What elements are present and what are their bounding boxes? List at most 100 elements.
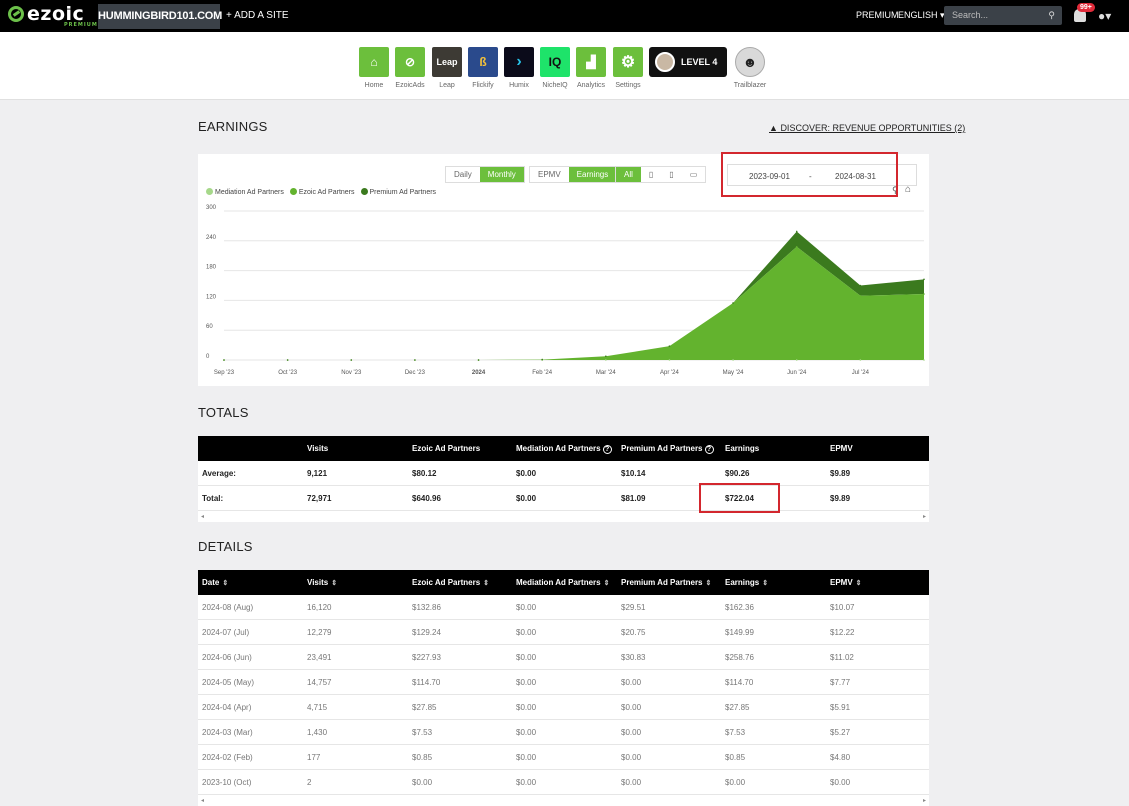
settings-icon: ⚙ <box>613 47 643 77</box>
table-cell: Average: <box>202 468 236 478</box>
app-settings[interactable]: ⚙ Settings <box>613 47 643 89</box>
sort-icon[interactable]: ⇕ <box>604 580 610 587</box>
nicheiq-icon: IQ <box>540 47 570 77</box>
table-cell: Total: <box>202 493 224 503</box>
column-header-label: Date <box>202 578 220 587</box>
data-point <box>859 284 862 287</box>
column-header[interactable]: Premium Ad Partners ⇕ <box>621 578 711 587</box>
app-ezoicads[interactable]: ⊘ EzoicAds <box>395 47 425 89</box>
table-cell: $0.00 <box>516 702 537 712</box>
discover-link[interactable]: ▲ DISCOVER: REVENUE OPPORTUNITIES (2) <box>769 123 965 133</box>
table-cell: $0.00 <box>621 777 642 787</box>
data-point <box>923 278 925 281</box>
data-point <box>477 359 480 361</box>
language-selector[interactable]: ENGLISH ▾ <box>898 10 945 21</box>
table-cell: $0.00 <box>516 468 537 478</box>
ezoic-logo-icon <box>8 6 24 22</box>
column-header-label: Premium Ad Partners <box>621 443 703 453</box>
y-tick-label: 240 <box>206 235 217 241</box>
language-label: ENGLISH <box>898 10 938 20</box>
column-header[interactable]: Earnings ⇕ <box>725 578 768 587</box>
horizontal-scrollbar[interactable]: ◂ ▸ <box>198 795 929 806</box>
level-label: LEVEL 4 <box>681 57 718 67</box>
y-tick-label: 60 <box>206 324 213 330</box>
horizontal-scrollbar[interactable]: ◂ ▸ <box>198 511 929 522</box>
table-cell: $10.14 <box>621 468 646 478</box>
column-header: Premium Ad Partners? <box>621 444 714 454</box>
table-cell: $90.26 <box>725 468 750 478</box>
sort-icon[interactable]: ⇕ <box>483 580 489 587</box>
table-cell: $10.07 <box>830 602 855 612</box>
table-header: Date ⇕ Visits ⇕ Ezoic Ad Partners ⇕ Mediation … <box>198 570 929 595</box>
sort-icon[interactable]: ⇕ <box>331 580 337 587</box>
ezoic-logo[interactable]: ezoic PREMIUM <box>8 3 97 28</box>
column-header-label: Earnings <box>725 444 760 453</box>
data-point <box>923 293 925 295</box>
table-cell: 2 <box>307 777 312 787</box>
data-point <box>350 359 353 361</box>
sort-icon[interactable]: ⇕ <box>706 580 712 587</box>
table-cell: $4.80 <box>830 752 851 762</box>
table-cell: $258.76 <box>725 652 754 662</box>
table-cell: $9.89 <box>830 468 851 478</box>
home-icon: ⌂ <box>359 47 389 77</box>
help-icon[interactable]: ? <box>602 444 612 454</box>
sort-icon[interactable]: ⇕ <box>762 580 768 587</box>
help-icon[interactable]: ? <box>704 444 714 454</box>
table-cell: $114.70 <box>412 677 441 687</box>
y-tick-label: 180 <box>206 265 217 271</box>
table-cell: $27.85 <box>725 702 750 712</box>
column-header[interactable]: Date ⇕ <box>202 578 228 587</box>
x-tick-label: Apr '24 <box>660 370 679 376</box>
column-header[interactable]: Ezoic Ad Partners ⇕ <box>412 578 489 587</box>
column-header[interactable]: Visits ⇕ <box>307 578 337 587</box>
site-selector-button[interactable]: HUMMINGBIRD101.COM <box>98 4 222 29</box>
table-cell: $0.00 <box>516 493 537 503</box>
table-cell: 12,279 <box>307 627 332 637</box>
scroll-right-icon[interactable]: ▸ <box>923 513 926 520</box>
sort-icon[interactable]: ⇕ <box>222 580 228 587</box>
table-row: 2024-04 (Apr) 4,715 $27.85 $0.00 $0.00 $27.85… <box>198 695 929 720</box>
avatar <box>655 52 675 72</box>
x-tick-label: Nov '23 <box>341 370 362 376</box>
table-cell: $0.00 <box>516 602 537 612</box>
search-icon[interactable]: ⚲ <box>1048 6 1055 25</box>
details-heading: DETAILS <box>198 539 253 554</box>
data-point <box>286 359 289 361</box>
search-input[interactable]: Search... ⚲ <box>944 6 1062 25</box>
data-point <box>859 295 862 297</box>
table-cell: $0.00 <box>621 677 642 687</box>
scroll-left-icon[interactable]: ◂ <box>201 513 204 520</box>
table-cell: 2024-05 (May) <box>202 677 255 687</box>
table-row: 2023-10 (Oct) 2 $0.00 $0.00 $0.00 $0.00 $0.00 <box>198 770 929 795</box>
data-point <box>668 359 671 361</box>
trailblazer-badge[interactable]: ☻ Trailblazer <box>734 47 766 89</box>
sort-icon[interactable]: ⇕ <box>856 580 862 587</box>
scroll-left-icon[interactable]: ◂ <box>201 797 204 804</box>
app-analytics[interactable]: ▟ Analytics <box>576 47 606 89</box>
data-point <box>605 355 607 358</box>
add-site-link[interactable]: + ADD A SITE <box>226 10 289 21</box>
column-header[interactable]: EPMV ⇕ <box>830 578 862 587</box>
column-header-label: Ezoic Ad Partners <box>412 444 481 453</box>
table-cell: 1,430 <box>307 727 328 737</box>
x-tick-label: Mar '24 <box>596 370 616 376</box>
column-header-label: Visits <box>307 578 329 587</box>
table-cell: $29.51 <box>621 602 646 612</box>
x-tick-label: 2024 <box>472 370 486 376</box>
x-tick-label: Jun '24 <box>787 370 807 376</box>
user-menu-icon[interactable]: ●▾ <box>1098 9 1111 23</box>
column-header[interactable]: Mediation Ad Partners ⇕ <box>516 578 609 587</box>
table-cell: $30.83 <box>621 652 646 662</box>
table-cell: 72,971 <box>307 493 332 503</box>
premium-link[interactable]: PREMIUM <box>856 10 899 20</box>
table-cell: $81.09 <box>621 493 646 503</box>
total-earnings-highlight <box>699 483 780 513</box>
x-tick-label: Dec '23 <box>405 370 426 376</box>
scroll-right-icon[interactable]: ▸ <box>923 797 926 804</box>
level-badge[interactable]: LEVEL 4 <box>649 47 727 77</box>
table-cell: 2024-06 (Jun) <box>202 652 252 662</box>
table-cell: 177 <box>307 752 321 762</box>
table-cell: 2023-10 (Oct) <box>202 777 252 787</box>
notification-badge: 99+ <box>1077 3 1095 12</box>
